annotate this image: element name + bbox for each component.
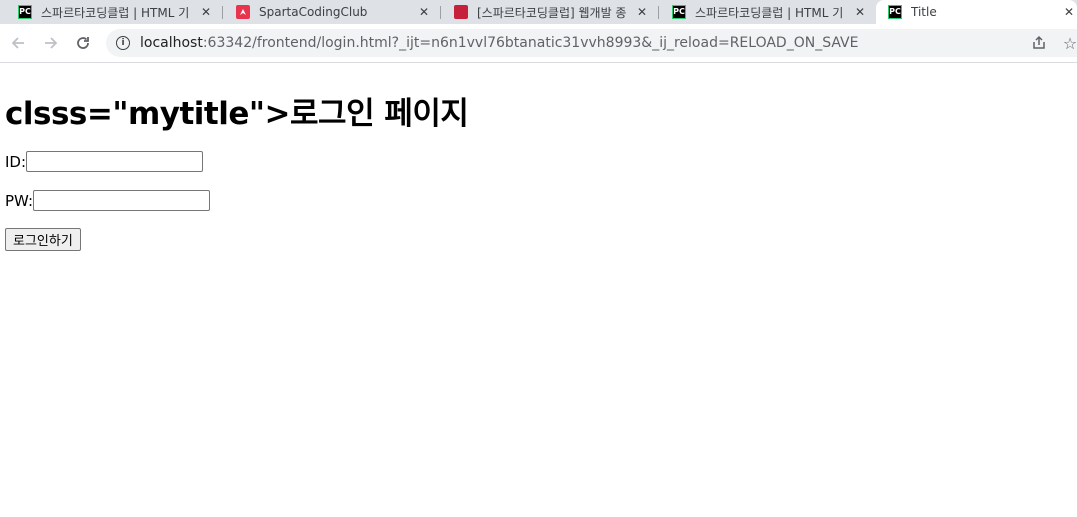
tab-title: Title — [911, 5, 937, 19]
tab-title: 스파르타코딩클럽 | HTML 기 — [41, 5, 190, 20]
url-path: :63342/frontend/login.html?_ijt=n6n1vvl7… — [202, 35, 859, 51]
close-icon[interactable]: ✕ — [634, 4, 650, 20]
close-icon[interactable]: ✕ — [1061, 4, 1077, 20]
pycharm-icon: PC — [18, 5, 32, 19]
book-icon — [454, 5, 468, 19]
tab-title: 스파르타코딩클럽 | HTML 기 — [695, 5, 844, 20]
page-content: clsss="mytitle">로그인 페이지 ID: PW: 로그인하기 — [0, 63, 1077, 517]
login-button[interactable]: 로그인하기 — [5, 228, 81, 251]
share-icon[interactable] — [1028, 29, 1050, 57]
info-icon[interactable]: i — [116, 36, 130, 50]
id-row: ID: — [5, 151, 204, 172]
pycharm-icon: PC — [888, 5, 902, 19]
id-input[interactable] — [26, 151, 204, 172]
pw-row: PW: — [5, 190, 211, 211]
close-icon[interactable]: ✕ — [852, 4, 868, 20]
url-text[interactable]: localhost:63342/frontend/login.html?_ijt… — [140, 35, 858, 51]
tab-title: [스파르타코딩클럽] 웹개발 종 — [477, 5, 627, 20]
pw-input[interactable] — [33, 190, 211, 211]
id-label: ID: — [5, 152, 27, 171]
address-bar[interactable]: i localhost:63342/frontend/login.html?_i… — [106, 29, 1077, 57]
url-host: localhost — [140, 35, 203, 51]
tab-webdev[interactable]: [스파르타코딩클럽] 웹개발 종 ✕ — [436, 0, 658, 24]
tab-strip: PC 스파르타코딩클럽 | HTML 기 ✕ SpartaCodingClub … — [0, 0, 1077, 24]
close-icon[interactable]: ✕ — [416, 4, 432, 20]
spartacodingclub-icon — [236, 5, 250, 19]
bookmark-star-icon[interactable]: ☆ — [1059, 29, 1077, 57]
close-icon[interactable]: ✕ — [198, 4, 214, 20]
tab-title-active[interactable]: PC Title ✕ — [876, 0, 1077, 24]
tab-title: SpartaCodingClub — [259, 5, 368, 19]
forward-icon[interactable] — [41, 33, 61, 53]
page-title: clsss="mytitle">로그인 페이지 — [5, 96, 469, 132]
tab-html-1[interactable]: PC 스파르타코딩클럽 | HTML 기 ✕ — [0, 0, 222, 24]
reload-icon[interactable] — [73, 33, 93, 53]
back-icon[interactable] — [8, 33, 28, 53]
browser-toolbar: i localhost:63342/frontend/login.html?_i… — [0, 24, 1077, 63]
tab-spartacodingclub[interactable]: SpartaCodingClub ✕ — [218, 0, 440, 24]
tab-html-2[interactable]: PC 스파르타코딩클럽 | HTML 기 ✕ — [654, 0, 876, 24]
pycharm-icon: PC — [672, 5, 686, 19]
pw-label: PW: — [5, 191, 34, 210]
